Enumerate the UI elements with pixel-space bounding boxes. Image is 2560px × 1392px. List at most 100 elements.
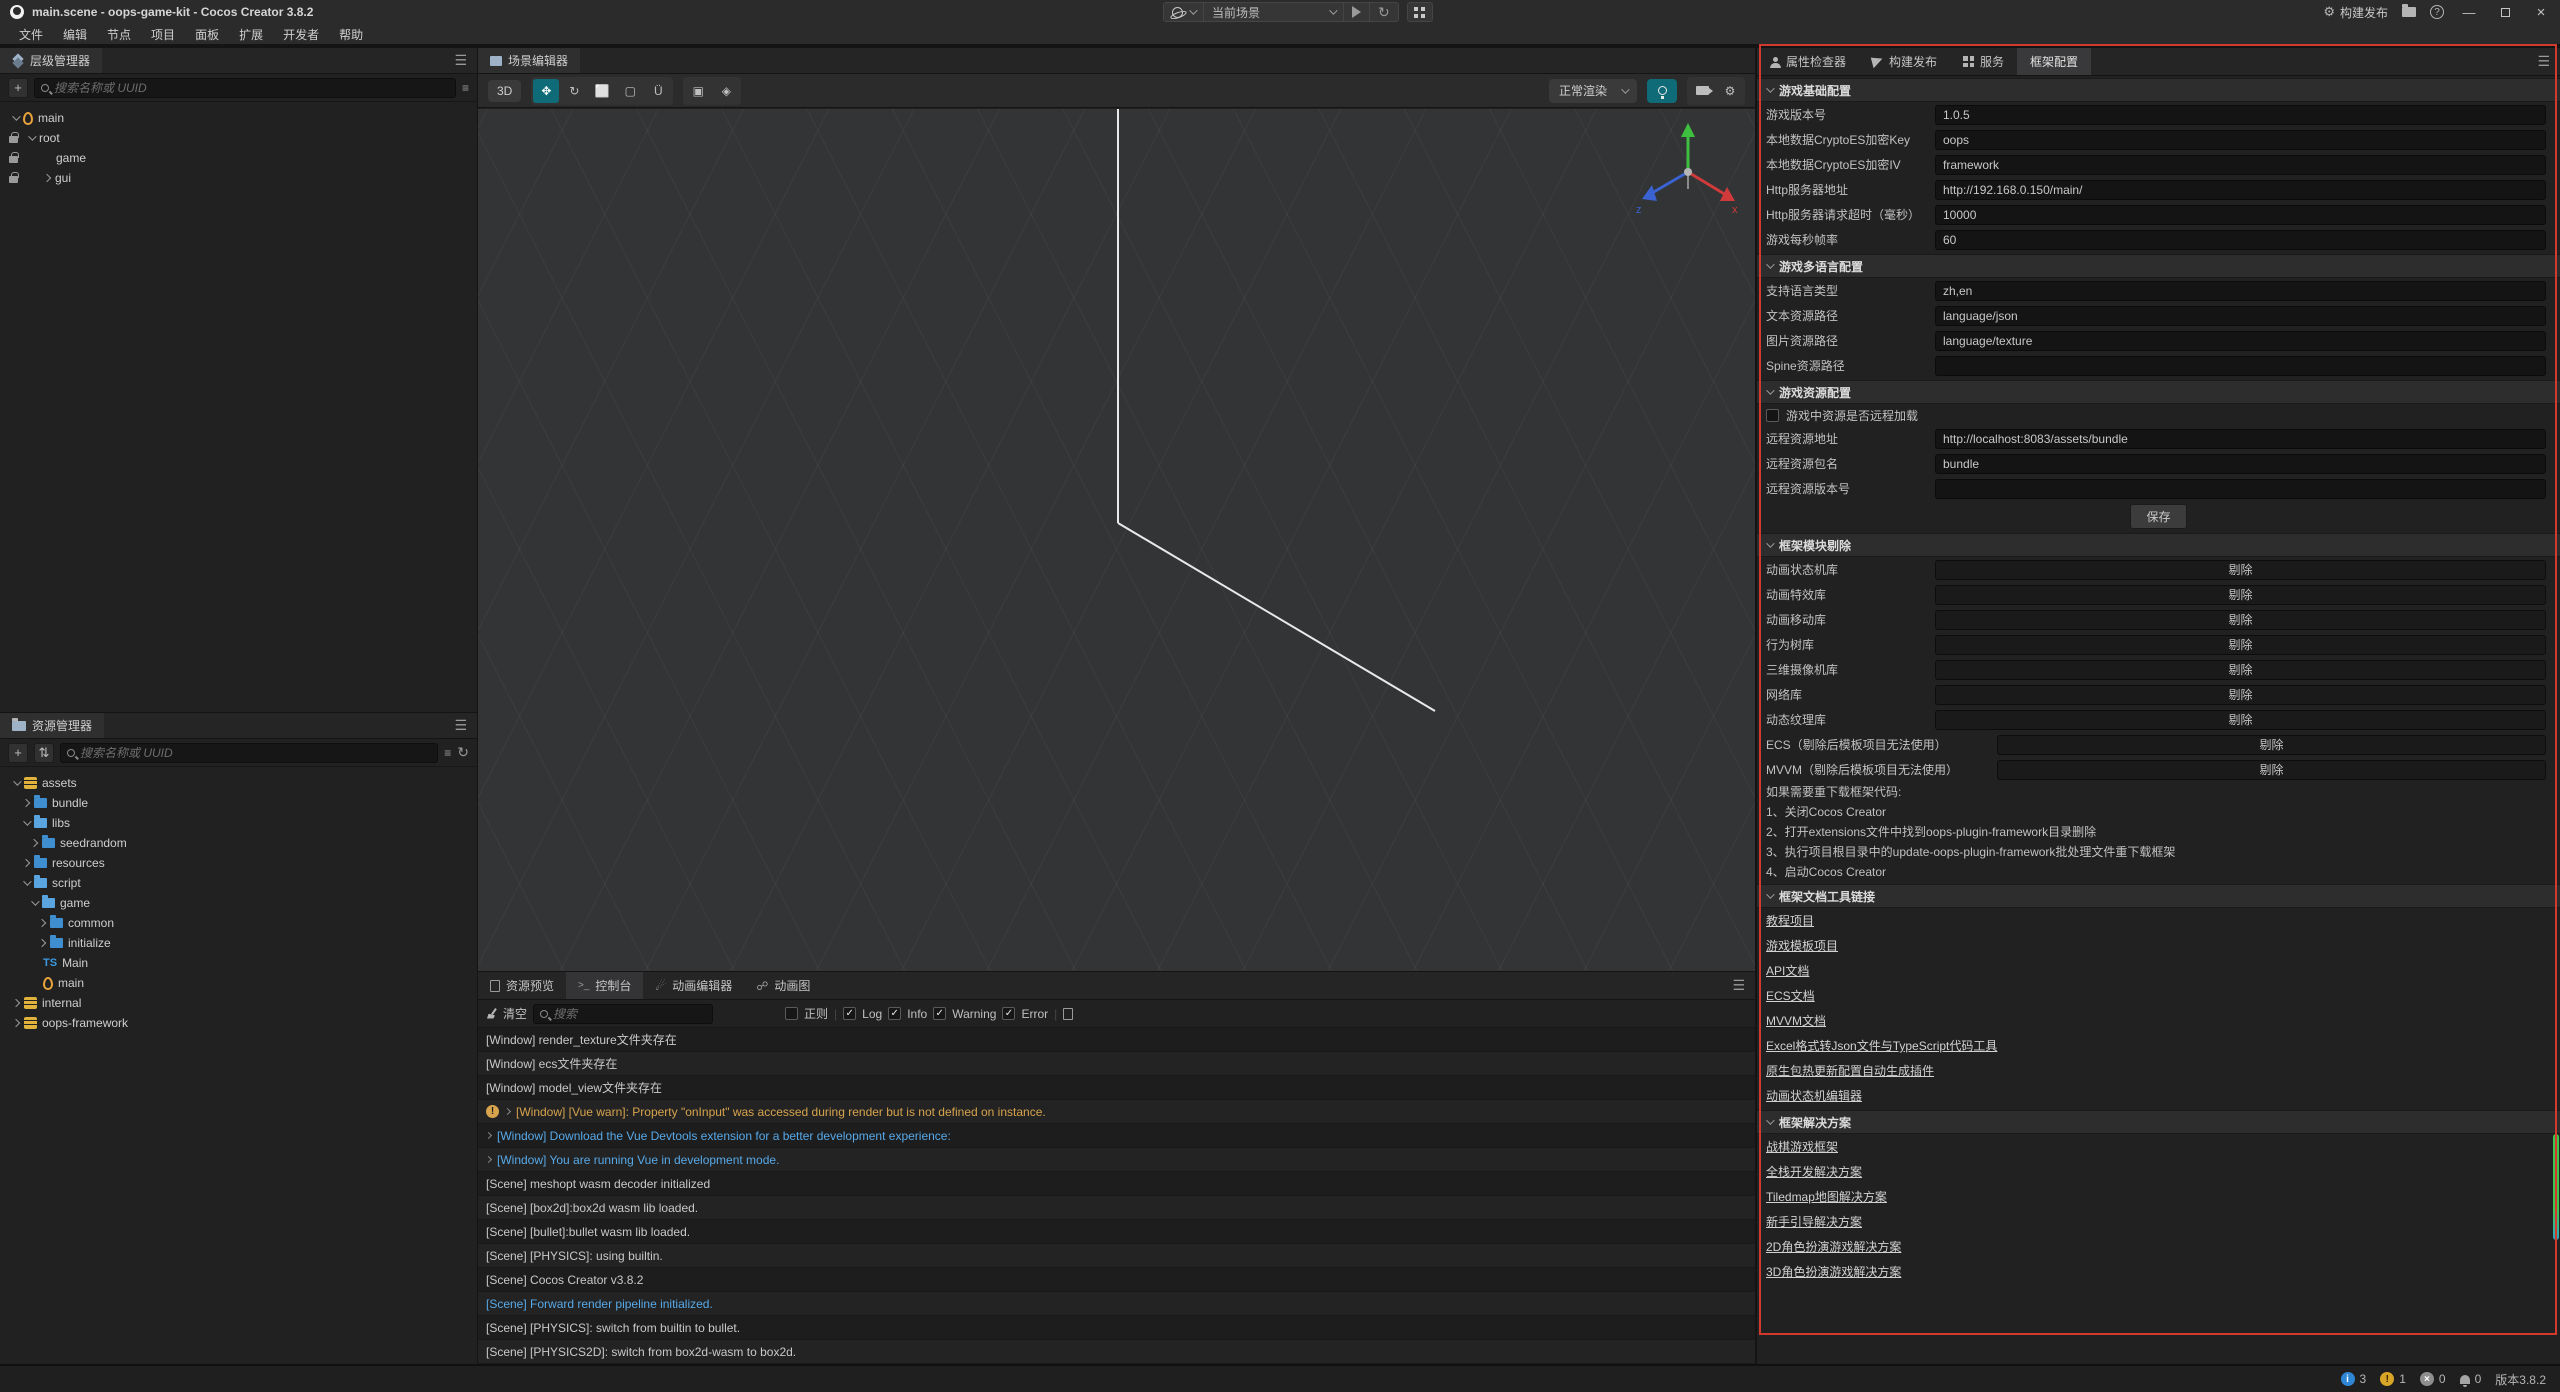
sort-assets-icon[interactable]: ⇅ [34,743,54,763]
crypto-key-input[interactable] [1935,130,2546,150]
menu-project[interactable]: 项目 [142,24,184,44]
console-log-list[interactable]: [Window] render_texture文件夹存在 [Window] ec… [478,1028,1755,1364]
remote-version-input[interactable] [1935,479,2546,499]
add-asset-button[interactable]: + [8,743,28,763]
log-row-info[interactable]: [Scene] Forward render pipeline initiali… [478,1292,1755,1316]
remove-module-button[interactable]: 剔除 [1997,735,2546,755]
doc-link[interactable]: API文档 [1766,962,1809,979]
expand-icon[interactable] [504,1108,511,1115]
log-row[interactable]: [Window] ecs文件夹存在 [478,1052,1755,1076]
maximize-button[interactable] [2494,5,2516,20]
device-select[interactable] [1164,3,1204,21]
menu-node[interactable]: 节点 [98,24,140,44]
solution-link[interactable]: 2D角色扮演游戏解决方案 [1766,1238,1901,1255]
asset-node-bundle[interactable]: bundle [0,793,477,813]
hierarchy-filter-icon[interactable]: ≡ [462,81,469,95]
scene-settings-button[interactable]: ⚙ [1717,79,1743,103]
tree-node-game[interactable]: game [0,148,477,168]
asset-node-internal[interactable]: internal [0,993,477,1013]
menu-developer[interactable]: 开发者 [274,24,328,44]
hierarchy-search[interactable] [34,78,456,98]
asset-node-script[interactable]: script [0,873,477,893]
doc-link[interactable]: 原生包热更新配置自动生成插件 [1766,1062,1934,1079]
filter-info-checkbox[interactable]: ✓ [888,1007,901,1020]
regex-checkbox[interactable] [785,1007,798,1020]
remove-module-button[interactable]: 剔除 [1935,660,2546,680]
solution-link[interactable]: Tiledmap地图解决方案 [1766,1188,1887,1205]
remove-module-button[interactable]: 剔除 [1935,585,2546,605]
scale-tool-button[interactable]: ⬜ [589,79,615,103]
open-project-folder-icon[interactable] [2402,7,2416,17]
assets-search[interactable] [60,743,438,763]
log-row-info[interactable]: [Window] Download the Vue Devtools exten… [478,1124,1755,1148]
asset-node-game[interactable]: game [0,893,477,913]
assets-menu-icon[interactable]: ☰ [454,713,477,738]
menu-file[interactable]: 文件 [10,24,52,44]
text-res-path-input[interactable] [1935,306,2546,326]
refresh-icon[interactable]: ↻ [457,744,469,761]
remote-load-checkbox[interactable] [1766,409,1779,422]
help-icon[interactable]: ? [2430,5,2444,19]
light-toggle-button[interactable] [1647,79,1677,103]
log-row[interactable]: [Window] render_texture文件夹存在 [478,1028,1755,1052]
log-row[interactable]: [Scene] [PHYSICS2D]: switch from box2d-w… [478,1340,1755,1364]
remove-module-button[interactable]: 剔除 [1935,685,2546,705]
asset-node-main-scene[interactable]: main [0,973,477,993]
remote-bundle-input[interactable] [1935,454,2546,474]
log-row[interactable]: [Scene] [PHYSICS]: using builtin. [478,1244,1755,1268]
asset-node-libs[interactable]: libs [0,813,477,833]
doc-link[interactable]: ECS文档 [1766,987,1815,1004]
warning-counter[interactable]: !1 [2380,1372,2406,1386]
console-menu-icon[interactable]: ☰ [1732,972,1755,999]
build-publish-button[interactable]: ⚙构建发布 [2323,4,2388,21]
hierarchy-menu-icon[interactable]: ☰ [454,48,477,73]
tab-services[interactable]: 服务 [1950,48,2017,75]
console-search[interactable] [533,1004,713,1024]
section-solutions[interactable]: 框架解决方案 [1757,1110,2560,1134]
log-row[interactable]: [Scene] meshopt wasm decoder initialized [478,1172,1755,1196]
tab-animation-editor[interactable]: ☄动画编辑器 [643,972,744,999]
mode-3d-button[interactable]: 3D [488,80,521,102]
solution-link[interactable]: 新手引导解决方案 [1766,1213,1862,1230]
section-modules[interactable]: 框架模块剔除 [1757,533,2560,557]
notification-counter[interactable]: 0 [2460,1372,2482,1386]
close-button[interactable]: × [2530,4,2552,21]
doc-link[interactable]: 教程项目 [1766,912,1814,929]
solution-link[interactable]: 3D角色扮演游戏解决方案 [1766,1263,1901,1280]
scene-tab[interactable]: 场景编辑器 [478,48,580,73]
tab-animation-graph[interactable]: ☍动画图 [744,972,822,999]
clear-console-button[interactable]: 清空 [486,1005,527,1022]
asset-node-common[interactable]: common [0,913,477,933]
move-tool-button[interactable]: ✥ [533,79,559,103]
tree-node-main[interactable]: main [0,108,477,128]
asset-node-seedrandom[interactable]: seedrandom [0,833,477,853]
save-button[interactable]: 保存 [2130,504,2186,529]
error-counter[interactable]: ×0 [2420,1372,2446,1386]
assets-tab[interactable]: 资源管理器 [0,713,104,738]
http-timeout-input[interactable] [1935,205,2546,225]
game-version-input[interactable] [1935,105,2546,125]
hierarchy-tab[interactable]: 层级管理器 [0,48,102,73]
log-row[interactable]: [Scene] [bullet]:bullet wasm lib loaded. [478,1220,1755,1244]
camera-settings-button[interactable] [1689,79,1715,103]
section-i18n[interactable]: 游戏多语言配置 [1757,254,2560,278]
menu-help[interactable]: 帮助 [330,24,372,44]
fps-input[interactable] [1935,230,2546,250]
tree-node-gui[interactable]: gui [0,168,477,188]
remote-res-url-input[interactable] [1935,429,2546,449]
add-node-button[interactable]: + [8,78,28,98]
ui-tool-button[interactable]: Ü [645,79,671,103]
asset-node-Main[interactable]: TSMain [0,953,477,973]
render-mode-select[interactable]: 正常渲染 [1549,79,1637,103]
log-row[interactable]: [Scene] [box2d]:box2d wasm lib loaded. [478,1196,1755,1220]
tree-node-root[interactable]: root [0,128,477,148]
asset-node-assets[interactable]: assets [0,773,477,793]
rotate-tool-button[interactable]: ↻ [561,79,587,103]
tab-console[interactable]: >_控制台 [566,972,643,999]
scrollbar-thumb[interactable] [2553,1134,2559,1240]
minimize-button[interactable]: — [2458,5,2480,20]
section-docs[interactable]: 框架文档工具链接 [1757,884,2560,908]
play-button[interactable] [1344,3,1370,21]
section-game-basic[interactable]: 游戏基础配置 [1757,78,2560,102]
menu-edit[interactable]: 编辑 [54,24,96,44]
